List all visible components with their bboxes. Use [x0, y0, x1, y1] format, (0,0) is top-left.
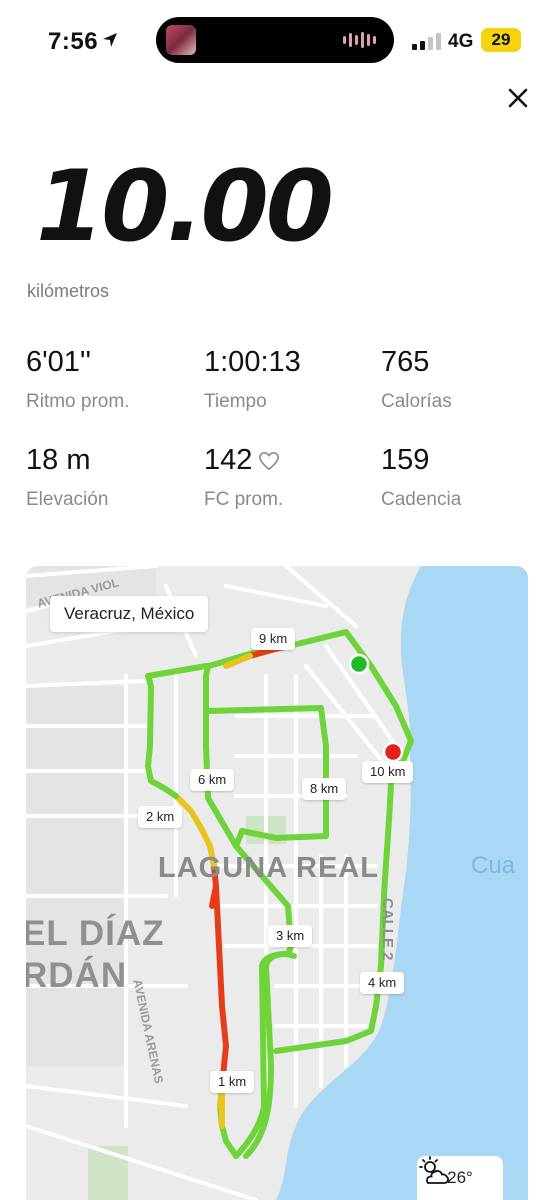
route-end-marker: [382, 741, 404, 763]
stat-value: 18 m: [26, 444, 91, 476]
status-bar: 7:56 4G 29: [0, 0, 554, 84]
stat-avg-pace: 6'01'' Ritmo prom.: [26, 346, 129, 416]
stat-time: 1:00:13 Tiempo: [204, 346, 301, 416]
stat-value: 159: [381, 444, 430, 476]
street-label-calle: CALLE 2: [379, 898, 396, 961]
area-label-2: RDÁN: [26, 956, 128, 995]
km-marker-6: 6 km: [190, 769, 235, 791]
dynamic-island[interactable]: [156, 17, 394, 63]
stat-cadence: 159 Cadencia: [381, 444, 461, 514]
km-marker-9: 9 km: [251, 628, 296, 650]
audio-waveform-icon: [343, 32, 376, 48]
status-time: 7:56: [48, 28, 99, 55]
heart-icon: [259, 451, 280, 470]
area-label-1: EL DÍAZ: [26, 914, 165, 953]
battery-icon: 29: [481, 28, 521, 52]
stat-value: 765: [381, 346, 430, 378]
stat-label: FC prom.: [204, 489, 284, 510]
stat-value: 6'01'': [26, 346, 91, 378]
stat-calories: 765 Calorías: [381, 346, 452, 416]
km-marker-2: 2 km: [138, 806, 183, 828]
km-marker-4: 4 km: [360, 972, 405, 994]
route-map[interactable]: AVENIDA VIOL LAGUNA REAL EL DÍAZ RDÁN AV…: [26, 566, 528, 1200]
partly-cloudy-icon: [419, 1156, 449, 1184]
distance-value: 10.00: [36, 150, 334, 264]
km-marker-10: 10 km: [362, 761, 414, 783]
weather-chip: 26°: [417, 1156, 503, 1200]
network-type: 4G: [448, 31, 474, 52]
lagoon-label: Cua: [471, 852, 516, 879]
distance-unit: kilómetros: [27, 281, 110, 301]
route-start-marker: [348, 653, 370, 675]
stat-label: Tiempo: [204, 391, 267, 412]
stat-heart-rate: 142 FC prom.: [204, 444, 324, 514]
stat-label: Ritmo prom.: [26, 391, 130, 412]
stat-label: Cadencia: [381, 489, 462, 510]
km-marker-1: 1 km: [210, 1071, 255, 1093]
stat-elevation: 18 m Elevación: [26, 444, 108, 514]
map-place-label: Veracruz, México: [50, 596, 209, 632]
stat-label: Calorías: [381, 391, 452, 412]
stat-value: 142: [204, 444, 253, 476]
stat-value: 1:00:13: [204, 346, 301, 378]
now-playing-artwork: [166, 25, 196, 55]
close-icon[interactable]: [502, 82, 534, 114]
location-arrow-icon: [103, 33, 117, 47]
km-marker-3: 3 km: [268, 925, 313, 947]
stat-label: Elevación: [26, 489, 109, 510]
neighborhood-label: LAGUNA REAL: [158, 852, 379, 884]
km-marker-8: 8 km: [302, 778, 347, 800]
signal-bars-icon: [412, 33, 441, 50]
